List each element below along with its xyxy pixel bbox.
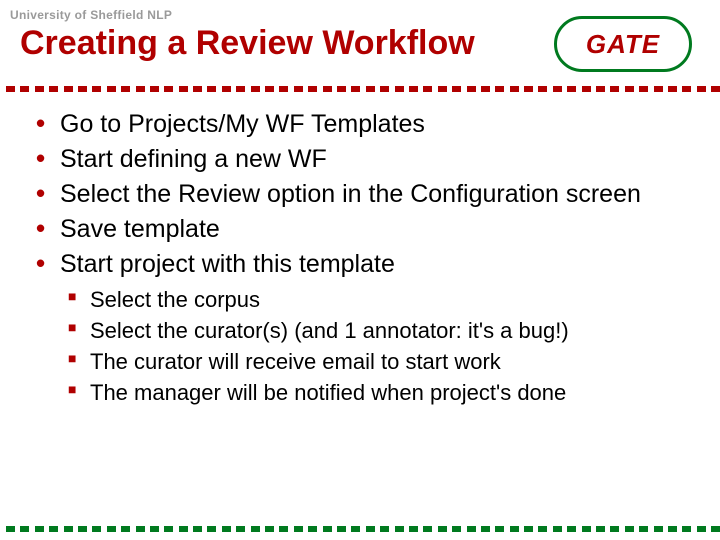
sub-bullet-item: Select the corpus [68,285,696,314]
bullet-text: Go to Projects/My WF Templates [60,110,425,138]
bullet-text: Start defining a new WF [60,145,327,173]
slide-content: Go to Projects/My WF Templates Start def… [34,108,696,409]
gate-logo-text: GATE [586,29,660,60]
bullet-item: Start project with this template Select … [34,248,696,407]
gate-logo: GATE [554,16,692,72]
bullet-text: Select the Review option in the Configur… [60,180,641,208]
divider-top [0,86,720,94]
divider-bottom [0,526,720,534]
bullet-item: Save template [34,213,696,246]
sub-bullet-list: Select the corpus Select the curator(s) … [68,285,696,407]
sub-bullet-text: The manager will be notified when projec… [90,380,566,405]
sub-bullet-text: Select the curator(s) (and 1 annotator: … [90,318,569,343]
slide-title: Creating a Review Workflow [20,24,475,63]
organization-header: University of Sheffield NLP [10,8,172,22]
bullet-item: Select the Review option in the Configur… [34,178,696,211]
bullet-text: Save template [60,215,220,243]
sub-bullet-text: The curator will receive email to start … [90,349,501,374]
bullet-text: Start project with this template [60,250,395,278]
sub-bullet-item: The curator will receive email to start … [68,347,696,376]
sub-bullet-item: The manager will be notified when projec… [68,378,696,407]
main-bullet-list: Go to Projects/My WF Templates Start def… [34,108,696,407]
sub-bullet-item: Select the curator(s) (and 1 annotator: … [68,316,696,345]
bullet-item: Go to Projects/My WF Templates [34,108,696,141]
bullet-item: Start defining a new WF [34,143,696,176]
sub-bullet-text: Select the corpus [90,287,260,312]
slide: University of Sheffield NLP Creating a R… [0,0,720,540]
